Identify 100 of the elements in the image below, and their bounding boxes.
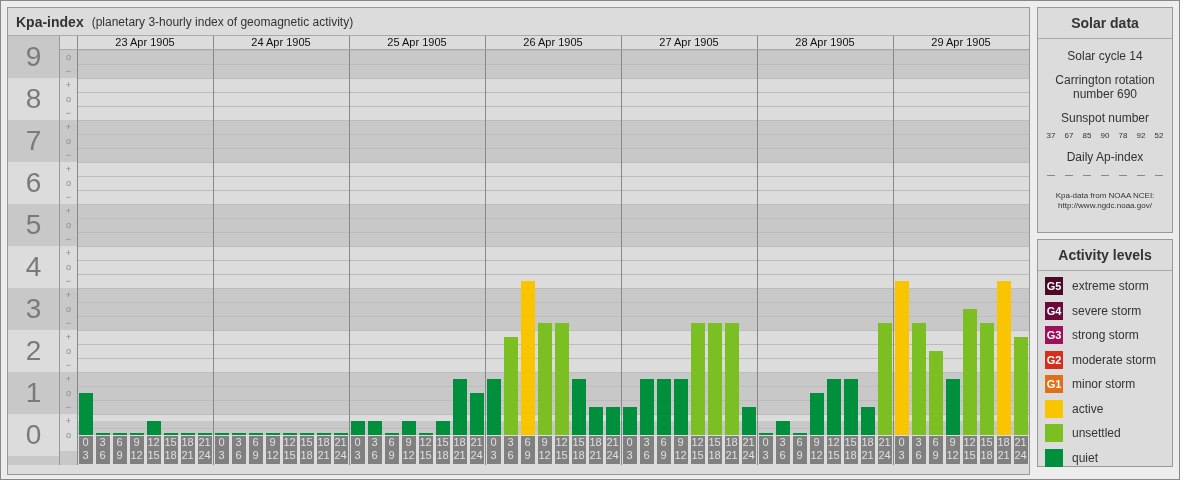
sunspot-value: 90: [1100, 131, 1110, 140]
time-slot-label: 6 9: [656, 436, 671, 464]
sublevel-mark: +: [65, 164, 72, 174]
legend-label: minor storm: [1072, 377, 1136, 392]
time-slot-label: 0 3: [758, 436, 773, 464]
sunspot-value: 92: [1136, 131, 1146, 140]
sublevel-mark: −: [65, 402, 72, 412]
time-slot-label: 3 6: [775, 436, 790, 464]
time-slot-label: 6 9: [928, 436, 943, 464]
sublevel-mark: +: [65, 206, 72, 216]
time-slot-label: 9 12: [945, 436, 960, 464]
sublevel-mark: −: [65, 192, 72, 202]
time-slot-label: 15 18: [707, 436, 722, 464]
time-slot-label: 3 6: [95, 436, 110, 464]
ap-index-value: —: [1083, 170, 1091, 179]
time-slot-label: 12 15: [690, 436, 705, 464]
time-slot-label: 21 24: [197, 436, 212, 464]
time-slot-label: 9 12: [129, 436, 144, 464]
time-slot-label: 15 18: [435, 436, 450, 464]
kp-level-label: 6: [25, 169, 42, 197]
kp-level-label: 7: [25, 127, 42, 155]
sublevel-mark: −: [65, 150, 72, 160]
sunspot-value: 37: [1046, 131, 1056, 140]
time-slot-label: 18 21: [724, 436, 739, 464]
ap-index-value: —: [1065, 170, 1073, 179]
time-slot-label: 3 6: [503, 436, 518, 464]
time-slot-label: 21 24: [741, 436, 756, 464]
time-slot-label: 3 6: [911, 436, 926, 464]
time-slot-label: 0 3: [214, 436, 229, 464]
sublevel-mark: −: [65, 234, 72, 244]
sublevel-mark: +: [65, 122, 72, 132]
time-slot-label: 21 24: [605, 436, 620, 464]
legend-label: active: [1072, 401, 1104, 416]
legend-label: severe storm: [1072, 303, 1142, 318]
time-slot-label: 21 24: [333, 436, 348, 464]
ap-index-value: —: [1047, 170, 1055, 179]
legend-label: extreme storm: [1072, 279, 1149, 294]
time-slot-label: 18 21: [316, 436, 331, 464]
legend-label: moderate storm: [1072, 352, 1157, 367]
ap-index-value: —: [1137, 170, 1145, 179]
legend-label: quiet: [1072, 450, 1099, 465]
time-slot-label: 18 21: [860, 436, 875, 464]
sublevel-mark: o: [66, 262, 71, 272]
time-slot-label: 6 9: [384, 436, 399, 464]
time-slot-label: 15 18: [163, 436, 178, 464]
time-slot-label: 12 15: [282, 436, 297, 464]
time-slot-label: 0 3: [350, 436, 365, 464]
time-slot-label: 12 15: [146, 436, 161, 464]
source-url: http://www.ngdc.noaa.gov/: [1057, 201, 1153, 211]
time-slot-label: 12 15: [826, 436, 841, 464]
sublevel-mark: +: [65, 332, 72, 342]
time-slot-label: 3 6: [367, 436, 382, 464]
sublevel-mark: o: [66, 94, 71, 104]
ap-index-value: —: [1155, 170, 1163, 179]
sunspot-value: 52: [1154, 131, 1164, 140]
time-slot-label: 21 24: [877, 436, 892, 464]
time-slot-label: 21 24: [1013, 436, 1028, 464]
sunspot-value: 67: [1064, 131, 1074, 140]
time-slot-label: 15 18: [843, 436, 858, 464]
time-slot-label: 6 9: [520, 436, 535, 464]
kp-level-label: 8: [25, 85, 42, 113]
sublevel-mark: o: [66, 430, 71, 440]
time-slot-label: 9 12: [673, 436, 688, 464]
kp-level-label: 3: [25, 295, 42, 323]
legend-label: strong storm: [1072, 328, 1139, 343]
sublevel-mark: +: [65, 416, 72, 426]
legend-label: unsettled: [1072, 426, 1121, 441]
time-slot-label: 12 15: [418, 436, 433, 464]
time-slot-label: 9 12: [265, 436, 280, 464]
storm-level-badge: G3: [1045, 326, 1063, 345]
time-slot-label: 12 15: [962, 436, 977, 464]
sunspot-title: Sunspot number: [1059, 111, 1151, 125]
ap-index-value: —: [1119, 170, 1127, 179]
sublevel-mark: o: [66, 346, 71, 356]
storm-level-badge: G5: [1045, 277, 1063, 296]
time-slot-label: 9 12: [537, 436, 552, 464]
source-note: Kpa-data from NOAA NCEI:: [1054, 191, 1156, 201]
sublevel-mark: −: [65, 318, 72, 328]
time-slot-label: 0 3: [622, 436, 637, 464]
carrington-rotation: Carrington rotation number 690: [1054, 73, 1156, 101]
time-slot-label: 15 18: [299, 436, 314, 464]
ap-index-value: —: [1101, 170, 1109, 179]
sublevel-mark: −: [65, 66, 72, 76]
kp-level-label: 9: [25, 43, 42, 71]
sunspot-value: 85: [1082, 131, 1092, 140]
time-slot-label: 15 18: [979, 436, 994, 464]
storm-level-badge: G2: [1045, 350, 1063, 369]
time-slot-label: 18 21: [180, 436, 195, 464]
time-slot-label: 6 9: [248, 436, 263, 464]
panel-subtitle: (planetary 3-hourly index of geomagnetic activity): [91, 14, 354, 29]
time-slot-label: 18 21: [588, 436, 603, 464]
sublevel-mark: +: [65, 248, 72, 258]
sublevel-mark: −: [65, 108, 72, 118]
ap-index-title: Daily Ap-index: [1065, 150, 1145, 164]
storm-level-badge: G4: [1045, 301, 1063, 320]
time-slot-label: 0 3: [78, 436, 93, 464]
sublevel-mark: +: [65, 374, 72, 384]
kp-level-label: 5: [25, 211, 42, 239]
sublevel-mark: o: [66, 178, 71, 188]
sublevel-mark: +: [65, 80, 72, 90]
